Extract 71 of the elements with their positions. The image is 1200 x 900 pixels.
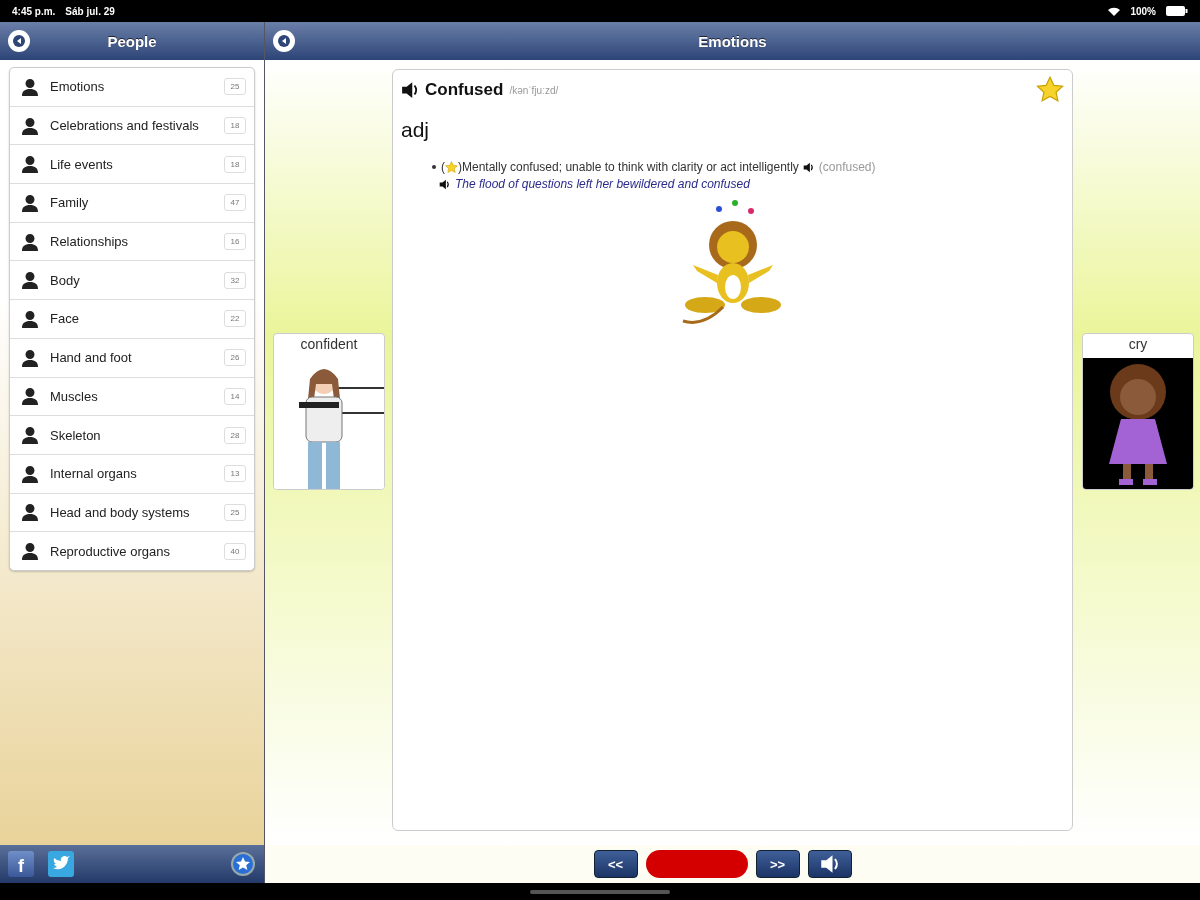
count-badge: 18: [224, 117, 246, 135]
count-badge: 22: [224, 310, 246, 328]
battery-icon: [1166, 6, 1188, 16]
count-badge: 26: [224, 349, 246, 367]
facebook-button[interactable]: f: [8, 851, 34, 877]
category-item[interactable]: Emotions 25: [10, 68, 254, 107]
person-icon: [20, 348, 40, 367]
category-item[interactable]: Family 47: [10, 184, 254, 223]
synonym-text: (confused): [818, 160, 876, 174]
speaker-icon[interactable]: [401, 81, 419, 99]
star-icon[interactable]: [445, 160, 458, 174]
category-item[interactable]: Head and body systems 25: [10, 493, 254, 533]
category-item[interactable]: Life events 18: [10, 145, 254, 185]
speaker-icon[interactable]: [802, 161, 814, 173]
person-icon: [20, 542, 40, 561]
pronunciation: /kənˈfjuːzd/: [509, 84, 559, 96]
person-icon: [20, 193, 40, 212]
example-sentence: The flood of questions left her bewildered and confused: [455, 177, 750, 191]
part-of-speech: adj: [401, 118, 431, 142]
count-badge: 32: [224, 271, 246, 289]
back-button[interactable]: [273, 30, 295, 52]
person-icon: [20, 232, 40, 251]
count-badge: 40: [224, 542, 246, 560]
open-paren: (: [441, 160, 445, 174]
word-card[interactable]: cry: [1082, 333, 1194, 490]
person-icon: [20, 503, 40, 522]
count-badge: 13: [224, 465, 246, 483]
category-item[interactable]: Muscles 14: [10, 377, 254, 417]
definition-text: )Mentally confused; unable to think with clarity or act intelligently: [458, 160, 799, 174]
bird-icon[interactable]: [48, 851, 74, 877]
star-icon[interactable]: [1036, 76, 1064, 104]
entry-word: Confused: [425, 80, 504, 100]
category-item[interactable]: Face 22: [10, 300, 254, 339]
person-icon: [20, 426, 40, 445]
speaker-icon[interactable]: [439, 178, 450, 190]
card-label: confident: [299, 335, 359, 354]
category-item[interactable]: Reproductive organs 40: [10, 532, 254, 570]
category-item[interactable]: Relationships 16: [10, 222, 254, 262]
count-badge: 18: [224, 155, 246, 173]
category-item[interactable]: Skeleton 28: [10, 416, 254, 455]
person-icon: [20, 387, 40, 406]
category-item[interactable]: Internal organs 13: [10, 454, 254, 494]
word-card[interactable]: confident: [273, 333, 385, 490]
record-button[interactable]: [645, 850, 748, 878]
count-badge: 16: [224, 233, 246, 251]
person-icon: [20, 77, 40, 96]
page-title: Emotions: [697, 32, 768, 50]
favorites-icon[interactable]: [230, 851, 256, 877]
count-badge: 28: [224, 426, 246, 444]
wifi-icon: [1108, 6, 1121, 16]
next-button[interactable]: >>: [755, 850, 800, 878]
count-badge: 14: [224, 387, 246, 405]
person-icon: [20, 464, 40, 483]
count-badge: 25: [224, 503, 246, 521]
previous-button[interactable]: <<: [593, 850, 638, 878]
person-icon: [20, 155, 40, 174]
battery-level: 100%: [1130, 5, 1156, 17]
sidebar-title: People: [106, 32, 158, 50]
card-label: cry: [1127, 335, 1149, 354]
person-icon: [20, 309, 40, 328]
sound-button[interactable]: [807, 850, 852, 878]
back-button[interactable]: [8, 30, 30, 52]
person-icon: [20, 271, 40, 290]
status-time: 4:45 p.m.: [12, 5, 56, 17]
category-item[interactable]: Body 32: [10, 261, 254, 301]
count-badge: 25: [224, 78, 246, 96]
category-item[interactable]: Celebrations and festivals 18: [10, 106, 254, 146]
status-date: Sáb jul. 29: [65, 5, 115, 17]
category-item[interactable]: Hand and foot 26: [10, 338, 254, 378]
person-icon: [20, 116, 40, 135]
count-badge: 47: [224, 194, 246, 212]
